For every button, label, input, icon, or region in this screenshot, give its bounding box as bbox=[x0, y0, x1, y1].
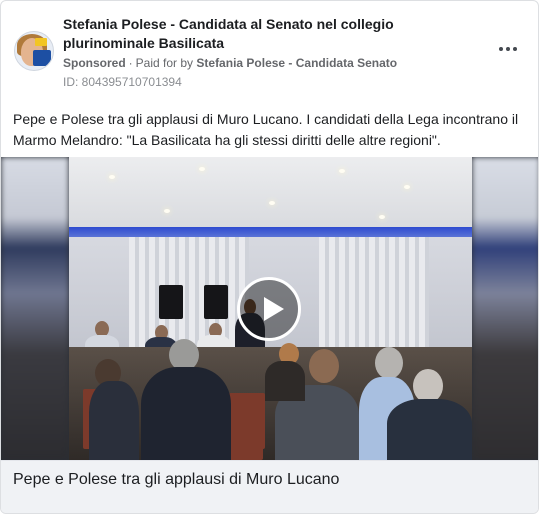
paid-for-by-link[interactable]: Stefania Polese - Candidata Senato bbox=[196, 56, 397, 70]
audience-body bbox=[141, 367, 231, 460]
more-dot bbox=[499, 47, 503, 51]
ceiling-light bbox=[379, 215, 385, 219]
link-caption[interactable]: Pepe e Polese tra gli applausi di Muro L… bbox=[1, 460, 538, 513]
play-icon[interactable] bbox=[237, 277, 301, 341]
page-avatar[interactable] bbox=[14, 31, 54, 71]
audience-head bbox=[413, 369, 443, 403]
ad-card: Stefania Polese - Candidata al Senato ne… bbox=[0, 0, 539, 514]
more-dot bbox=[513, 47, 517, 51]
post-header: Stefania Polese - Candidata al Senato ne… bbox=[13, 13, 526, 93]
video-blur-left bbox=[1, 157, 69, 460]
post-text: Pepe e Polese tra gli applausi di Muro L… bbox=[13, 111, 519, 148]
ceiling bbox=[69, 157, 472, 227]
more-dot bbox=[506, 47, 510, 51]
blue-cove-light bbox=[69, 227, 472, 237]
ceiling-light bbox=[199, 167, 205, 171]
more-options-icon[interactable] bbox=[496, 39, 520, 59]
ceiling-light bbox=[269, 201, 275, 205]
audience-head bbox=[375, 347, 403, 379]
speaker bbox=[204, 285, 228, 319]
audience-body bbox=[89, 381, 139, 460]
video-player[interactable] bbox=[1, 157, 538, 460]
ceiling-light bbox=[164, 209, 170, 213]
meta-separator: · bbox=[128, 56, 133, 70]
curtain bbox=[129, 237, 249, 347]
audience-body bbox=[387, 399, 472, 460]
ceiling-light bbox=[404, 185, 410, 189]
video-blur-right bbox=[472, 157, 538, 460]
curtain bbox=[319, 237, 429, 347]
audience-head bbox=[309, 349, 339, 383]
ad-id: ID: 804395710701394 bbox=[63, 75, 182, 89]
party-logo-accent bbox=[35, 38, 47, 46]
ceiling-light bbox=[339, 169, 345, 173]
sponsored-label: Sponsored bbox=[63, 56, 126, 70]
speaker bbox=[159, 285, 183, 319]
audience-body bbox=[265, 361, 305, 401]
party-logo-icon bbox=[33, 50, 51, 66]
sponsor-line: Sponsored · Paid for by Stefania Polese - … bbox=[63, 55, 397, 71]
caption-title: Pepe e Polese tra gli applausi di Muro L… bbox=[13, 471, 340, 488]
paid-for-prefix: Paid for by bbox=[135, 56, 194, 70]
page-name-link[interactable]: Stefania Polese - Candidata al Senato ne… bbox=[63, 15, 463, 53]
ceiling-light bbox=[109, 175, 115, 179]
